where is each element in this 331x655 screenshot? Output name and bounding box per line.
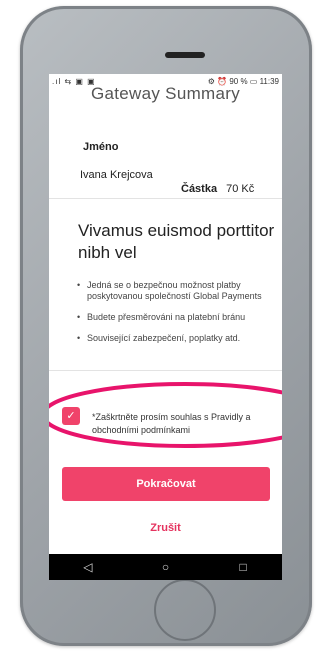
phone-speaker	[165, 52, 205, 58]
info-bullet-list: Jedná se o bezpečnou možnost platby posk…	[77, 280, 277, 354]
cancel-button[interactable]: Zrušit	[49, 522, 282, 534]
amount-label: Částka	[181, 183, 218, 195]
amount-value: 70 Kč	[226, 183, 255, 195]
home-icon[interactable]: ○	[150, 560, 180, 574]
phone-home-button[interactable]	[154, 579, 216, 641]
page-title: Gateway Summary	[90, 84, 241, 103]
name-value: Ivana Krejcova	[80, 169, 153, 181]
amount-row: Částka 70 Kč	[181, 183, 254, 195]
consent-checkbox[interactable]: ✓	[62, 407, 80, 425]
mockup-stage: .ıl ⇆ ▣ ▣ ⚙ ⏰ 90 % ▭ 11:39 Gateway Summa…	[0, 0, 331, 655]
info-bullet: Související zabezpečení, poplatky atd.	[77, 333, 277, 344]
check-icon: ✓	[66, 410, 76, 422]
name-label: Jméno	[83, 141, 119, 153]
divider	[49, 198, 282, 199]
continue-button[interactable]: Pokračovat	[62, 467, 270, 501]
info-heading: Vivamus euismod porttitor nibh vel	[78, 221, 275, 262]
info-bullet: Jedná se o bezpečnou možnost platby posk…	[77, 280, 277, 302]
recents-icon[interactable]: □	[228, 560, 258, 574]
back-icon[interactable]: ◁	[73, 560, 103, 574]
info-bullet: Budete přesměrováni na platební bránu	[77, 312, 277, 323]
android-nav-bar: ◁ ○ □	[49, 554, 282, 580]
phone-screen: .ıl ⇆ ▣ ▣ ⚙ ⏰ 90 % ▭ 11:39 Gateway Summa…	[49, 74, 282, 580]
divider	[49, 370, 282, 371]
consent-text: *Zaškrtněte prosím souhlas s Pravidly a …	[92, 412, 251, 435]
